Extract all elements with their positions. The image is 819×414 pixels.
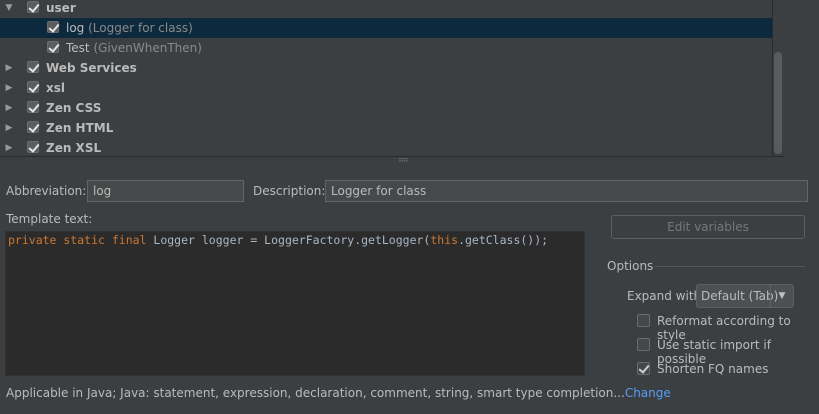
tree-item-test[interactable]: Test (GivenWhenThen) [0, 38, 772, 58]
tree-item-desc: (GivenWhenThen) [93, 41, 202, 55]
tree-group-label: Web Services [46, 61, 137, 75]
code-keyword: private static final [8, 233, 147, 247]
chevron-down-icon: ▼ [770, 285, 793, 307]
tree-group-label: Zen XSL [46, 141, 102, 155]
tree-item-desc: (Logger for class) [88, 21, 193, 35]
description-label: Description: [253, 184, 326, 198]
static-import-checkbox[interactable] [637, 338, 650, 351]
checkbox-icon[interactable] [27, 141, 39, 153]
options-title: Options [607, 259, 654, 273]
expand-with-label: Expand with [627, 289, 702, 303]
checkbox-icon[interactable] [47, 21, 59, 33]
template-text-editor[interactable]: private static final Logger logger = Log… [5, 231, 585, 376]
expand-arrow-icon[interactable]: ▼ [4, 0, 14, 18]
applicable-text: Applicable in Java; Java: statement, exp… [6, 386, 625, 400]
tree-scroll-thumb[interactable] [774, 52, 782, 154]
tree-item-label: Test [66, 41, 90, 55]
tree-group-label: user [46, 1, 76, 15]
tree-group-zen-xsl[interactable]: ▶ Zen XSL [0, 138, 772, 156]
tree-group-user[interactable]: ▼ user [0, 0, 772, 18]
tree-item-text: log (Logger for class) [66, 18, 193, 38]
tree-item-label: log [66, 21, 85, 35]
code-keyword: this [430, 233, 459, 247]
change-link[interactable]: Change [625, 386, 671, 400]
expand-with-value: Default (Tab) [701, 289, 779, 303]
tree-group-label: Zen HTML [46, 121, 114, 135]
applicable-contexts: Applicable in Java; Java: statement, exp… [6, 386, 671, 400]
tree-group-zen-html[interactable]: ▶ Zen HTML [0, 118, 772, 138]
shorten-fq-checkbox[interactable] [637, 362, 650, 375]
code-text: Logger logger = LoggerFactory.getLogger( [146, 233, 431, 247]
code-text: .getClass()); [458, 233, 549, 247]
checkbox-icon[interactable] [27, 61, 39, 73]
tree-item-text: Test (GivenWhenThen) [66, 38, 202, 58]
reformat-checkbox[interactable] [637, 314, 650, 327]
description-input[interactable]: Logger for class [325, 180, 808, 202]
expand-arrow-icon[interactable]: ▶ [4, 138, 14, 156]
splitter-handle-icon[interactable]: ⠶⠶ [398, 156, 414, 164]
checkbox-icon[interactable] [27, 81, 39, 93]
editor-scrollbar[interactable] [585, 231, 599, 376]
tree-group-label: Zen CSS [46, 101, 102, 115]
tree-group-label: xsl [46, 81, 65, 95]
options-divider [655, 266, 805, 267]
template-text-label: Template text: [6, 212, 93, 226]
tree-item-log[interactable]: log (Logger for class) [0, 18, 772, 38]
expand-arrow-icon[interactable]: ▶ [4, 118, 14, 138]
abbreviation-label: Abbreviation: [6, 184, 87, 198]
expand-arrow-icon[interactable]: ▶ [4, 98, 14, 118]
shorten-fq-label: Shorten FQ names [657, 362, 769, 376]
checkbox-icon[interactable] [27, 121, 39, 133]
expand-arrow-icon[interactable]: ▶ [4, 78, 14, 98]
right-gutter [785, 0, 819, 156]
checkbox-icon[interactable] [27, 101, 39, 113]
expand-arrow-icon[interactable]: ▶ [4, 58, 14, 78]
tree-group-xsl[interactable]: ▶ xsl [0, 78, 772, 98]
abbreviation-input[interactable]: log [87, 180, 244, 202]
tree-group-zen-css[interactable]: ▶ Zen CSS [0, 98, 772, 118]
checkbox-icon[interactable] [47, 41, 59, 53]
checkbox-icon[interactable] [27, 1, 39, 13]
expand-with-select[interactable]: Default (Tab) ▼ [696, 284, 794, 308]
edit-variables-button[interactable]: Edit variables [611, 215, 805, 239]
template-tree[interactable]: ▼ user log (Logger for class) Test (Give… [0, 0, 784, 157]
tree-group-web-services[interactable]: ▶ Web Services [0, 58, 772, 78]
